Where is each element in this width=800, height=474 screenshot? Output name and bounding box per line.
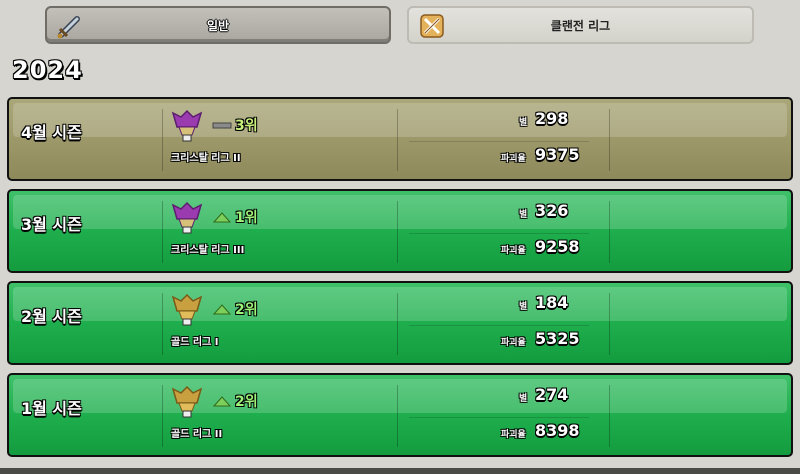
stars-label: 별 [519,118,528,128]
rank-up-icon [212,212,232,223]
destruction-label: 파괴율 [501,430,526,440]
league-name: 크리스탈 리그 II [171,153,241,164]
rank-text: 2위 [235,302,258,318]
destruction-value: 9258 [535,237,580,256]
destruction-label: 파괴율 [501,246,526,256]
stat-separator [409,141,589,142]
divider [162,385,163,447]
stars-label: 별 [519,210,528,220]
season-name: 4월 시즌 [21,123,82,142]
tab-general[interactable]: 일반 [45,6,391,44]
card-shine [13,379,787,413]
divider [162,201,163,263]
divider [609,201,610,263]
bottom-bar [0,468,800,474]
stars-value: 326 [535,201,569,220]
rank-same-icon [212,122,232,129]
rank-up-icon [212,396,232,407]
season-name: 3월 시즌 [21,215,82,234]
season-card[interactable]: 2월 시즌 2위 골드 리그 I 별 184 파괴율 5325 [7,281,793,365]
destruction-label: 파괴율 [501,338,526,348]
league-name: 골드 리그 I [171,337,219,348]
divider [397,385,398,447]
rank-text: 3위 [235,118,258,134]
league-badge-icon [171,385,203,418]
season-card[interactable]: 4월 시즌 3위 크리스탈 리그 II 별 298 파괴율 9375 [7,97,793,181]
tab-clan-war-league[interactable]: 클랜전 리그 [407,6,754,44]
card-shine [13,195,787,229]
divider [397,109,398,171]
league-badge-icon [171,109,203,142]
tab-general-label: 일반 [206,19,230,33]
destruction-value: 5325 [535,329,580,348]
rank-up-icon [212,304,232,315]
stars-value: 298 [535,109,569,128]
divider [609,109,610,171]
year-heading: 2024 [12,56,83,84]
season-card[interactable]: 1월 시즌 2위 골드 리그 II 별 274 파괴율 8398 [7,373,793,457]
rank-text: 2위 [235,394,258,410]
season-name: 1월 시즌 [21,399,82,418]
league-badge-icon [171,293,203,326]
rank-text: 1위 [235,210,258,226]
stat-separator [409,325,589,326]
season-card[interactable]: 3월 시즌 1위 크리스탈 리그 III 별 326 파괴율 9258 [7,189,793,273]
destruction-value: 9375 [535,145,580,164]
stars-label: 별 [519,302,528,312]
divider [397,293,398,355]
divider [609,293,610,355]
league-name: 크리스탈 리그 III [171,245,245,256]
card-shine [13,287,787,321]
season-name: 2월 시즌 [21,307,82,326]
divider [397,201,398,263]
tab-bar: 일반 클랜전 리그 [0,0,800,52]
league-name: 골드 리그 II [171,429,223,440]
stars-label: 별 [519,394,528,404]
league-badge-icon [171,201,203,234]
divider [609,385,610,447]
stars-value: 274 [535,385,569,404]
divider [162,293,163,355]
destruction-label: 파괴율 [501,154,526,164]
divider [162,109,163,171]
stat-separator [409,417,589,418]
tab-clan-label: 클랜전 리그 [550,19,611,33]
card-shine [13,103,787,137]
stars-value: 184 [535,293,569,312]
stat-separator [409,233,589,234]
destruction-value: 8398 [535,421,580,440]
